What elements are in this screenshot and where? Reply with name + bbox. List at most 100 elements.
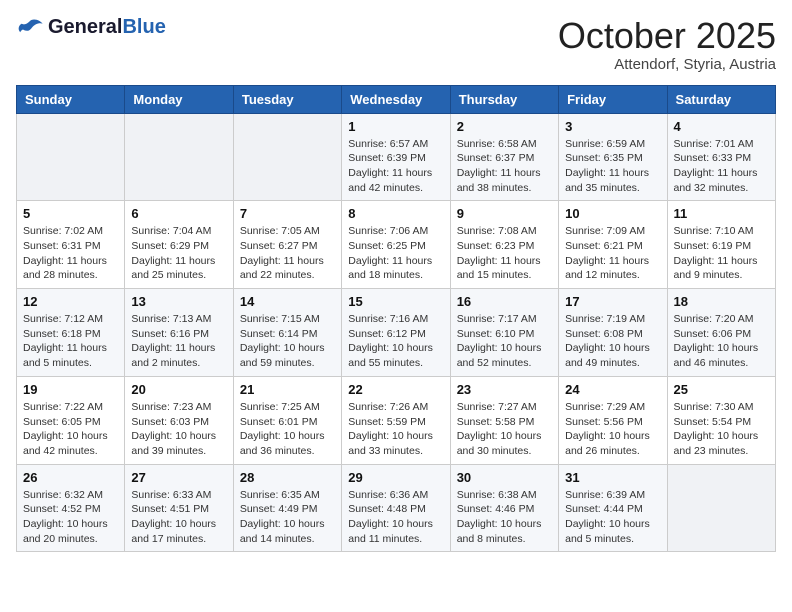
location-subtitle: Attendorf, Styria, Austria bbox=[558, 56, 776, 73]
calendar-cell: 6 Sunrise: 7:04 AM Sunset: 6:29 PM Daylig… bbox=[125, 201, 233, 289]
logo: GeneralBlue bbox=[16, 16, 166, 39]
day-info: Sunrise: 6:59 AM Sunset: 6:35 PM Dayligh… bbox=[565, 137, 660, 196]
day-info: Sunrise: 6:32 AM Sunset: 4:52 PM Dayligh… bbox=[23, 488, 118, 547]
calendar-cell: 9 Sunrise: 7:08 AM Sunset: 6:23 PM Daylig… bbox=[450, 201, 558, 289]
day-number: 24 bbox=[565, 382, 660, 397]
calendar-week-row: 5 Sunrise: 7:02 AM Sunset: 6:31 PM Daylig… bbox=[17, 201, 776, 289]
calendar-cell: 17 Sunrise: 7:19 AM Sunset: 6:08 PM Dayli… bbox=[559, 289, 667, 377]
day-number: 17 bbox=[565, 294, 660, 309]
day-number: 7 bbox=[240, 206, 335, 221]
day-info: Sunrise: 6:35 AM Sunset: 4:49 PM Dayligh… bbox=[240, 488, 335, 547]
calendar-cell: 22Sunrise: 7:26 AM Sunset: 5:59 PM Dayli… bbox=[342, 376, 450, 464]
day-number: 29 bbox=[348, 470, 443, 485]
calendar-cell: 2 Sunrise: 6:58 AM Sunset: 6:37 PM Daylig… bbox=[450, 113, 558, 201]
calendar-cell bbox=[17, 113, 125, 201]
day-number: 2 bbox=[457, 119, 552, 134]
day-info: Sunrise: 7:22 AM Sunset: 6:05 PM Dayligh… bbox=[23, 400, 118, 459]
calendar-cell: 21 Sunrise: 7:25 AM Sunset: 6:01 PM Dayli… bbox=[233, 376, 341, 464]
day-info: Sunrise: 7:15 AM Sunset: 6:14 PM Dayligh… bbox=[240, 312, 335, 371]
day-info: Sunrise: 7:08 AM Sunset: 6:23 PM Dayligh… bbox=[457, 224, 552, 283]
day-number: 12 bbox=[23, 294, 118, 309]
day-info: Sunrise: 7:20 AM Sunset: 6:06 PM Dayligh… bbox=[674, 312, 769, 371]
weekday-header: Thursday bbox=[450, 85, 558, 113]
calendar-table: SundayMondayTuesdayWednesdayThursdayFrid… bbox=[16, 85, 776, 553]
day-info: Sunrise: 7:16 AM Sunset: 6:12 PM Dayligh… bbox=[348, 312, 443, 371]
day-number: 13 bbox=[131, 294, 226, 309]
day-number: 21 bbox=[240, 382, 335, 397]
day-info: Sunrise: 7:30 AM Sunset: 5:54 PM Dayligh… bbox=[674, 400, 769, 459]
day-info: Sunrise: 7:17 AM Sunset: 6:10 PM Dayligh… bbox=[457, 312, 552, 371]
calendar-cell: 7Sunrise: 7:05 AM Sunset: 6:27 PM Daylig… bbox=[233, 201, 341, 289]
calendar-week-row: 26 Sunrise: 6:32 AM Sunset: 4:52 PM Dayli… bbox=[17, 464, 776, 552]
calendar-cell: 18 Sunrise: 7:20 AM Sunset: 6:06 PM Dayli… bbox=[667, 289, 775, 377]
weekday-header: Sunday bbox=[17, 85, 125, 113]
logo-general-text: General bbox=[48, 16, 122, 38]
calendar-cell: 26 Sunrise: 6:32 AM Sunset: 4:52 PM Dayli… bbox=[17, 464, 125, 552]
page-header: GeneralBlue October 2025 Attendorf, Styr… bbox=[16, 16, 776, 73]
day-number: 16 bbox=[457, 294, 552, 309]
calendar-cell: 10 Sunrise: 7:09 AM Sunset: 6:21 PM Dayli… bbox=[559, 201, 667, 289]
weekday-header: Wednesday bbox=[342, 85, 450, 113]
day-number: 10 bbox=[565, 206, 660, 221]
day-info: Sunrise: 6:57 AM Sunset: 6:39 PM Dayligh… bbox=[348, 137, 443, 196]
weekday-header: Saturday bbox=[667, 85, 775, 113]
day-number: 30 bbox=[457, 470, 552, 485]
day-number: 23 bbox=[457, 382, 552, 397]
day-info: Sunrise: 7:23 AM Sunset: 6:03 PM Dayligh… bbox=[131, 400, 226, 459]
calendar-cell: 1 Sunrise: 6:57 AM Sunset: 6:39 PM Daylig… bbox=[342, 113, 450, 201]
day-info: Sunrise: 7:12 AM Sunset: 6:18 PM Dayligh… bbox=[23, 312, 118, 371]
calendar-cell: 28 Sunrise: 6:35 AM Sunset: 4:49 PM Dayli… bbox=[233, 464, 341, 552]
day-info: Sunrise: 7:10 AM Sunset: 6:19 PM Dayligh… bbox=[674, 224, 769, 283]
calendar-cell: 3Sunrise: 6:59 AM Sunset: 6:35 PM Daylig… bbox=[559, 113, 667, 201]
day-info: Sunrise: 7:04 AM Sunset: 6:29 PM Dayligh… bbox=[131, 224, 226, 283]
day-info: Sunrise: 6:39 AM Sunset: 4:44 PM Dayligh… bbox=[565, 488, 660, 547]
calendar-cell bbox=[125, 113, 233, 201]
day-info: Sunrise: 7:09 AM Sunset: 6:21 PM Dayligh… bbox=[565, 224, 660, 283]
day-number: 19 bbox=[23, 382, 118, 397]
calendar-cell: 30 Sunrise: 6:38 AM Sunset: 4:46 PM Dayli… bbox=[450, 464, 558, 552]
day-info: Sunrise: 7:19 AM Sunset: 6:08 PM Dayligh… bbox=[565, 312, 660, 371]
day-number: 20 bbox=[131, 382, 226, 397]
day-info: Sunrise: 7:25 AM Sunset: 6:01 PM Dayligh… bbox=[240, 400, 335, 459]
day-number: 31 bbox=[565, 470, 660, 485]
logo-blue-text: Blue bbox=[122, 16, 165, 38]
day-number: 27 bbox=[131, 470, 226, 485]
day-info: Sunrise: 6:33 AM Sunset: 4:51 PM Dayligh… bbox=[131, 488, 226, 547]
day-number: 5 bbox=[23, 206, 118, 221]
day-number: 8 bbox=[348, 206, 443, 221]
calendar-cell bbox=[233, 113, 341, 201]
calendar-cell: 23 Sunrise: 7:27 AM Sunset: 5:58 PM Dayli… bbox=[450, 376, 558, 464]
day-number: 18 bbox=[674, 294, 769, 309]
day-info: Sunrise: 7:13 AM Sunset: 6:16 PM Dayligh… bbox=[131, 312, 226, 371]
day-number: 6 bbox=[131, 206, 226, 221]
calendar-week-row: 1 Sunrise: 6:57 AM Sunset: 6:39 PM Daylig… bbox=[17, 113, 776, 201]
day-number: 25 bbox=[674, 382, 769, 397]
day-number: 1 bbox=[348, 119, 443, 134]
weekday-header: Monday bbox=[125, 85, 233, 113]
calendar-week-row: 12 Sunrise: 7:12 AM Sunset: 6:18 PM Dayli… bbox=[17, 289, 776, 377]
logo-icon bbox=[16, 18, 44, 38]
calendar-cell: 27 Sunrise: 6:33 AM Sunset: 4:51 PM Dayli… bbox=[125, 464, 233, 552]
day-info: Sunrise: 6:38 AM Sunset: 4:46 PM Dayligh… bbox=[457, 488, 552, 547]
day-info: Sunrise: 7:02 AM Sunset: 6:31 PM Dayligh… bbox=[23, 224, 118, 283]
day-number: 4 bbox=[674, 119, 769, 134]
calendar-cell: 31 Sunrise: 6:39 AM Sunset: 4:44 PM Dayli… bbox=[559, 464, 667, 552]
day-number: 22 bbox=[348, 382, 443, 397]
day-info: Sunrise: 7:06 AM Sunset: 6:25 PM Dayligh… bbox=[348, 224, 443, 283]
calendar-cell: 5 Sunrise: 7:02 AM Sunset: 6:31 PM Daylig… bbox=[17, 201, 125, 289]
calendar-cell: 14Sunrise: 7:15 AM Sunset: 6:14 PM Dayli… bbox=[233, 289, 341, 377]
day-info: Sunrise: 7:27 AM Sunset: 5:58 PM Dayligh… bbox=[457, 400, 552, 459]
calendar-cell bbox=[667, 464, 775, 552]
day-number: 9 bbox=[457, 206, 552, 221]
calendar-week-row: 19 Sunrise: 7:22 AM Sunset: 6:05 PM Dayli… bbox=[17, 376, 776, 464]
calendar-cell: 25 Sunrise: 7:30 AM Sunset: 5:54 PM Dayli… bbox=[667, 376, 775, 464]
day-number: 26 bbox=[23, 470, 118, 485]
day-info: Sunrise: 6:58 AM Sunset: 6:37 PM Dayligh… bbox=[457, 137, 552, 196]
calendar-cell: 8 Sunrise: 7:06 AM Sunset: 6:25 PM Daylig… bbox=[342, 201, 450, 289]
weekday-header-row: SundayMondayTuesdayWednesdayThursdayFrid… bbox=[17, 85, 776, 113]
day-number: 28 bbox=[240, 470, 335, 485]
day-info: Sunrise: 6:36 AM Sunset: 4:48 PM Dayligh… bbox=[348, 488, 443, 547]
calendar-cell: 13 Sunrise: 7:13 AM Sunset: 6:16 PM Dayli… bbox=[125, 289, 233, 377]
title-block: October 2025 Attendorf, Styria, Austria bbox=[558, 16, 776, 73]
weekday-header: Friday bbox=[559, 85, 667, 113]
